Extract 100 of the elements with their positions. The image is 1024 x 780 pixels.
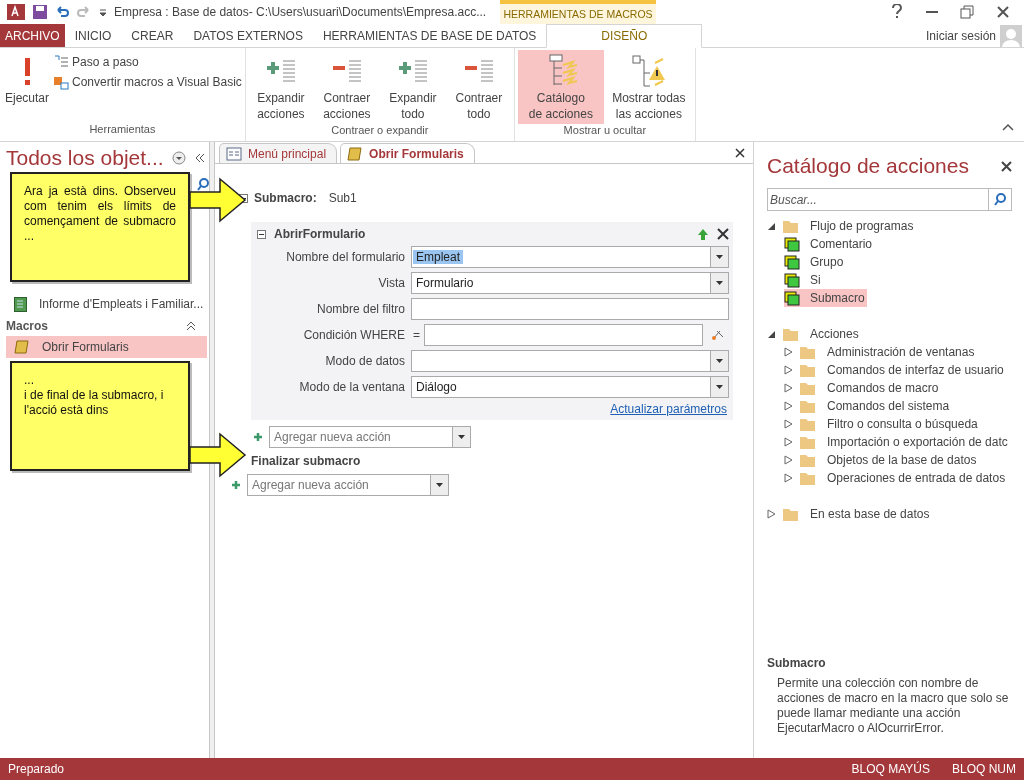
- input-field[interactable]: [411, 298, 729, 320]
- callout-arrow: [189, 177, 247, 223]
- field-label: Modo de datos: [324, 354, 405, 368]
- convert-icon: [53, 74, 70, 90]
- collapsed-triangle-icon[interactable]: [784, 347, 793, 357]
- ribbon-button[interactable]: Mostrar todas las acciones: [605, 50, 692, 124]
- ribbon-button[interactable]: Convertir macros a Visual Basic: [53, 74, 242, 90]
- expand-list-icon: [264, 57, 297, 85]
- document-tab[interactable]: Obrir Formularis: [340, 143, 475, 163]
- report-icon: [14, 296, 27, 312]
- collapsed-triangle-icon[interactable]: [784, 473, 793, 483]
- close-icon: [735, 147, 745, 158]
- action-block-icon: [784, 236, 800, 252]
- collapsed-triangle-icon[interactable]: [784, 383, 793, 393]
- delete-icon: [717, 228, 729, 240]
- ribbon-button[interactable]: Ejecutar: [3, 50, 52, 123]
- action-block-icon: [784, 290, 800, 306]
- ribbon-tab[interactable]: HERRAMIENTAS DE BASE DE DATOS: [312, 24, 547, 47]
- ribbon-button[interactable]: Contraer acciones: [314, 50, 379, 124]
- folder-icon: [799, 470, 815, 486]
- input-field[interactable]: [424, 324, 703, 346]
- dropdown-caret-icon: [714, 278, 725, 288]
- redo-icon: [76, 4, 92, 20]
- expanded-triangle-icon[interactable]: [767, 329, 776, 339]
- add-action-combo[interactable]: Agregar nueva acción: [269, 426, 471, 448]
- ribbon-button[interactable]: Paso a paso: [53, 54, 242, 70]
- folder-icon: [782, 506, 798, 522]
- close-icon: [1001, 160, 1012, 172]
- tree-folder[interactable]: Operaciones de entrada de datos: [784, 469, 1008, 487]
- folder-icon: [799, 344, 815, 360]
- combo-box[interactable]: Empleat: [411, 246, 729, 268]
- field-label: Nombre del filtro: [315, 302, 405, 316]
- nav-item[interactable]: Obrir Formularis: [6, 336, 207, 358]
- ribbon-tab[interactable]: DISEÑO: [546, 24, 703, 48]
- ribbon-button[interactable]: Expandir acciones: [248, 50, 313, 124]
- ribbon-button[interactable]: Expandir todo: [380, 50, 445, 124]
- tree-folder[interactable]: Flujo de programas: [767, 217, 916, 235]
- nav-item[interactable]: Informe d'Empleats i Familiar...: [6, 293, 207, 315]
- window-title: Empresa : Base de datos- C:\Users\usuari\Documents\Empresa.acc...: [114, 5, 488, 19]
- update-parameters-link[interactable]: Actualizar parámetros: [610, 402, 729, 416]
- folder-icon: [799, 380, 815, 396]
- dropdown-caret-icon: [714, 252, 725, 262]
- search-button[interactable]: [989, 188, 1012, 211]
- collapsed-triangle-icon[interactable]: [784, 437, 793, 447]
- folder-icon: [799, 434, 815, 450]
- help-text: Permite una colección con nombre de acciones de macro en la macro que solo se puede llamar mediante una acción EjecutarMacro o AlOcurrirError.: [776, 676, 1010, 736]
- expanded-triangle-icon[interactable]: [767, 221, 776, 231]
- add-action-combo[interactable]: Agregar nueva acción: [247, 474, 449, 496]
- ribbon-tab[interactable]: INICIO: [64, 24, 122, 47]
- ribbon-tab[interactable]: DATOS EXTERNOS: [183, 24, 313, 47]
- tree-folder[interactable]: Objetos de la base de datos: [784, 451, 979, 469]
- collapse-list-icon: [462, 57, 495, 85]
- dropdown-circle-icon: [171, 151, 186, 165]
- expand-list-icon: [396, 57, 429, 85]
- field-label: Vista: [377, 276, 405, 290]
- folder-icon: [782, 218, 798, 234]
- collapsed-triangle-icon[interactable]: [784, 419, 793, 429]
- callout-note: Ara ja està dins. Observeu com tenim els límits de començament de submacro ...: [10, 172, 190, 282]
- collapsed-triangle-icon[interactable]: [784, 365, 793, 375]
- double-chevron-left-icon: [193, 152, 206, 164]
- folder-icon: [799, 398, 815, 414]
- ribbon-tab[interactable]: CREAR: [121, 24, 184, 47]
- tree-folder[interactable]: En esta base de datos: [767, 505, 932, 523]
- close-icon: [996, 5, 1010, 19]
- folder-icon: [799, 416, 815, 432]
- tree-item[interactable]: Comentario: [784, 235, 875, 253]
- action-name: AbrirFormulario: [274, 227, 366, 241]
- combo-box[interactable]: Diálogo: [411, 376, 729, 398]
- combo-box[interactable]: Formulario: [411, 272, 729, 294]
- tree-folder[interactable]: Acciones: [767, 325, 861, 343]
- sign-in-link[interactable]: Iniciar sesión: [925, 28, 996, 43]
- tree-folder[interactable]: Administración de ventanas: [784, 343, 977, 361]
- tree-item[interactable]: Grupo: [784, 253, 846, 271]
- group-label: Contraer o expandir: [330, 124, 430, 138]
- dropdown-caret-icon: [714, 356, 725, 366]
- ribbon-button[interactable]: Contraer todo: [446, 50, 511, 124]
- end-submacro-label: Finalizar submacro: [251, 454, 362, 468]
- tree-folder[interactable]: Filtro o consulta o búsqueda: [784, 415, 980, 433]
- file-tab[interactable]: ARCHIVO: [0, 24, 65, 47]
- form-icon: [226, 145, 242, 162]
- search-field[interactable]: Buscar...: [767, 188, 989, 211]
- nav-pane-title: Todos los objet...: [6, 146, 164, 170]
- warning-tree-icon: [630, 54, 667, 88]
- document-tab[interactable]: Menú principal: [219, 143, 338, 163]
- plus-icon: [231, 480, 241, 490]
- tree-folder[interactable]: Importación o exportación de datc: [784, 433, 1010, 451]
- nav-section-header[interactable]: Macros: [6, 319, 49, 333]
- collapsed-triangle-icon[interactable]: [767, 509, 776, 519]
- tree-folder[interactable]: Comandos del sistema: [784, 397, 952, 415]
- collapsed-triangle-icon[interactable]: [784, 401, 793, 411]
- search-icon: [197, 177, 209, 191]
- tree-folder[interactable]: Comandos de interfaz de usuario: [784, 361, 1006, 379]
- field-label: Condición WHERE: [302, 328, 405, 342]
- status-text: Preparado: [8, 762, 65, 776]
- ribbon-button[interactable]: Catálogo de acciones: [517, 50, 604, 124]
- collapsed-triangle-icon[interactable]: [784, 455, 793, 465]
- tree-item[interactable]: Submacro: [784, 289, 867, 307]
- tree-folder[interactable]: Comandos de macro: [784, 379, 941, 397]
- tree-item[interactable]: Si: [784, 271, 823, 289]
- folder-icon: [799, 362, 815, 378]
